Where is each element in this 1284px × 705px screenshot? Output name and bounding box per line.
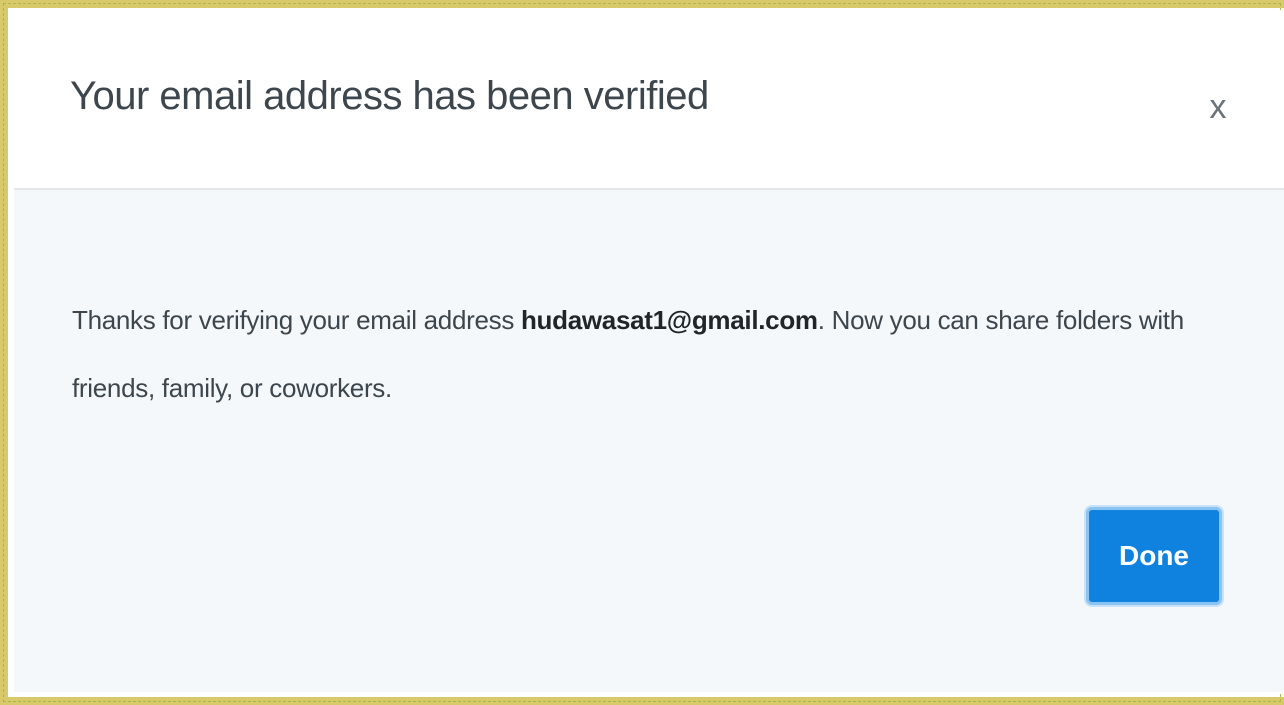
close-icon[interactable]: x: [1198, 82, 1238, 132]
verification-dialog: Your email address has been verified x T…: [14, 10, 1284, 692]
verified-email: hudawasat1@gmail.com: [520, 305, 818, 335]
message-prefix: Thanks for verifying your email address: [72, 305, 521, 335]
verification-message: Thanks for verifying your email address …: [72, 286, 1252, 422]
dialog-title: Your email address has been verified: [70, 74, 709, 118]
dialog-header: Your email address has been verified x: [14, 10, 1284, 190]
dialog-body: Thanks for verifying your email address …: [14, 190, 1284, 692]
done-button[interactable]: Done: [1086, 507, 1222, 605]
